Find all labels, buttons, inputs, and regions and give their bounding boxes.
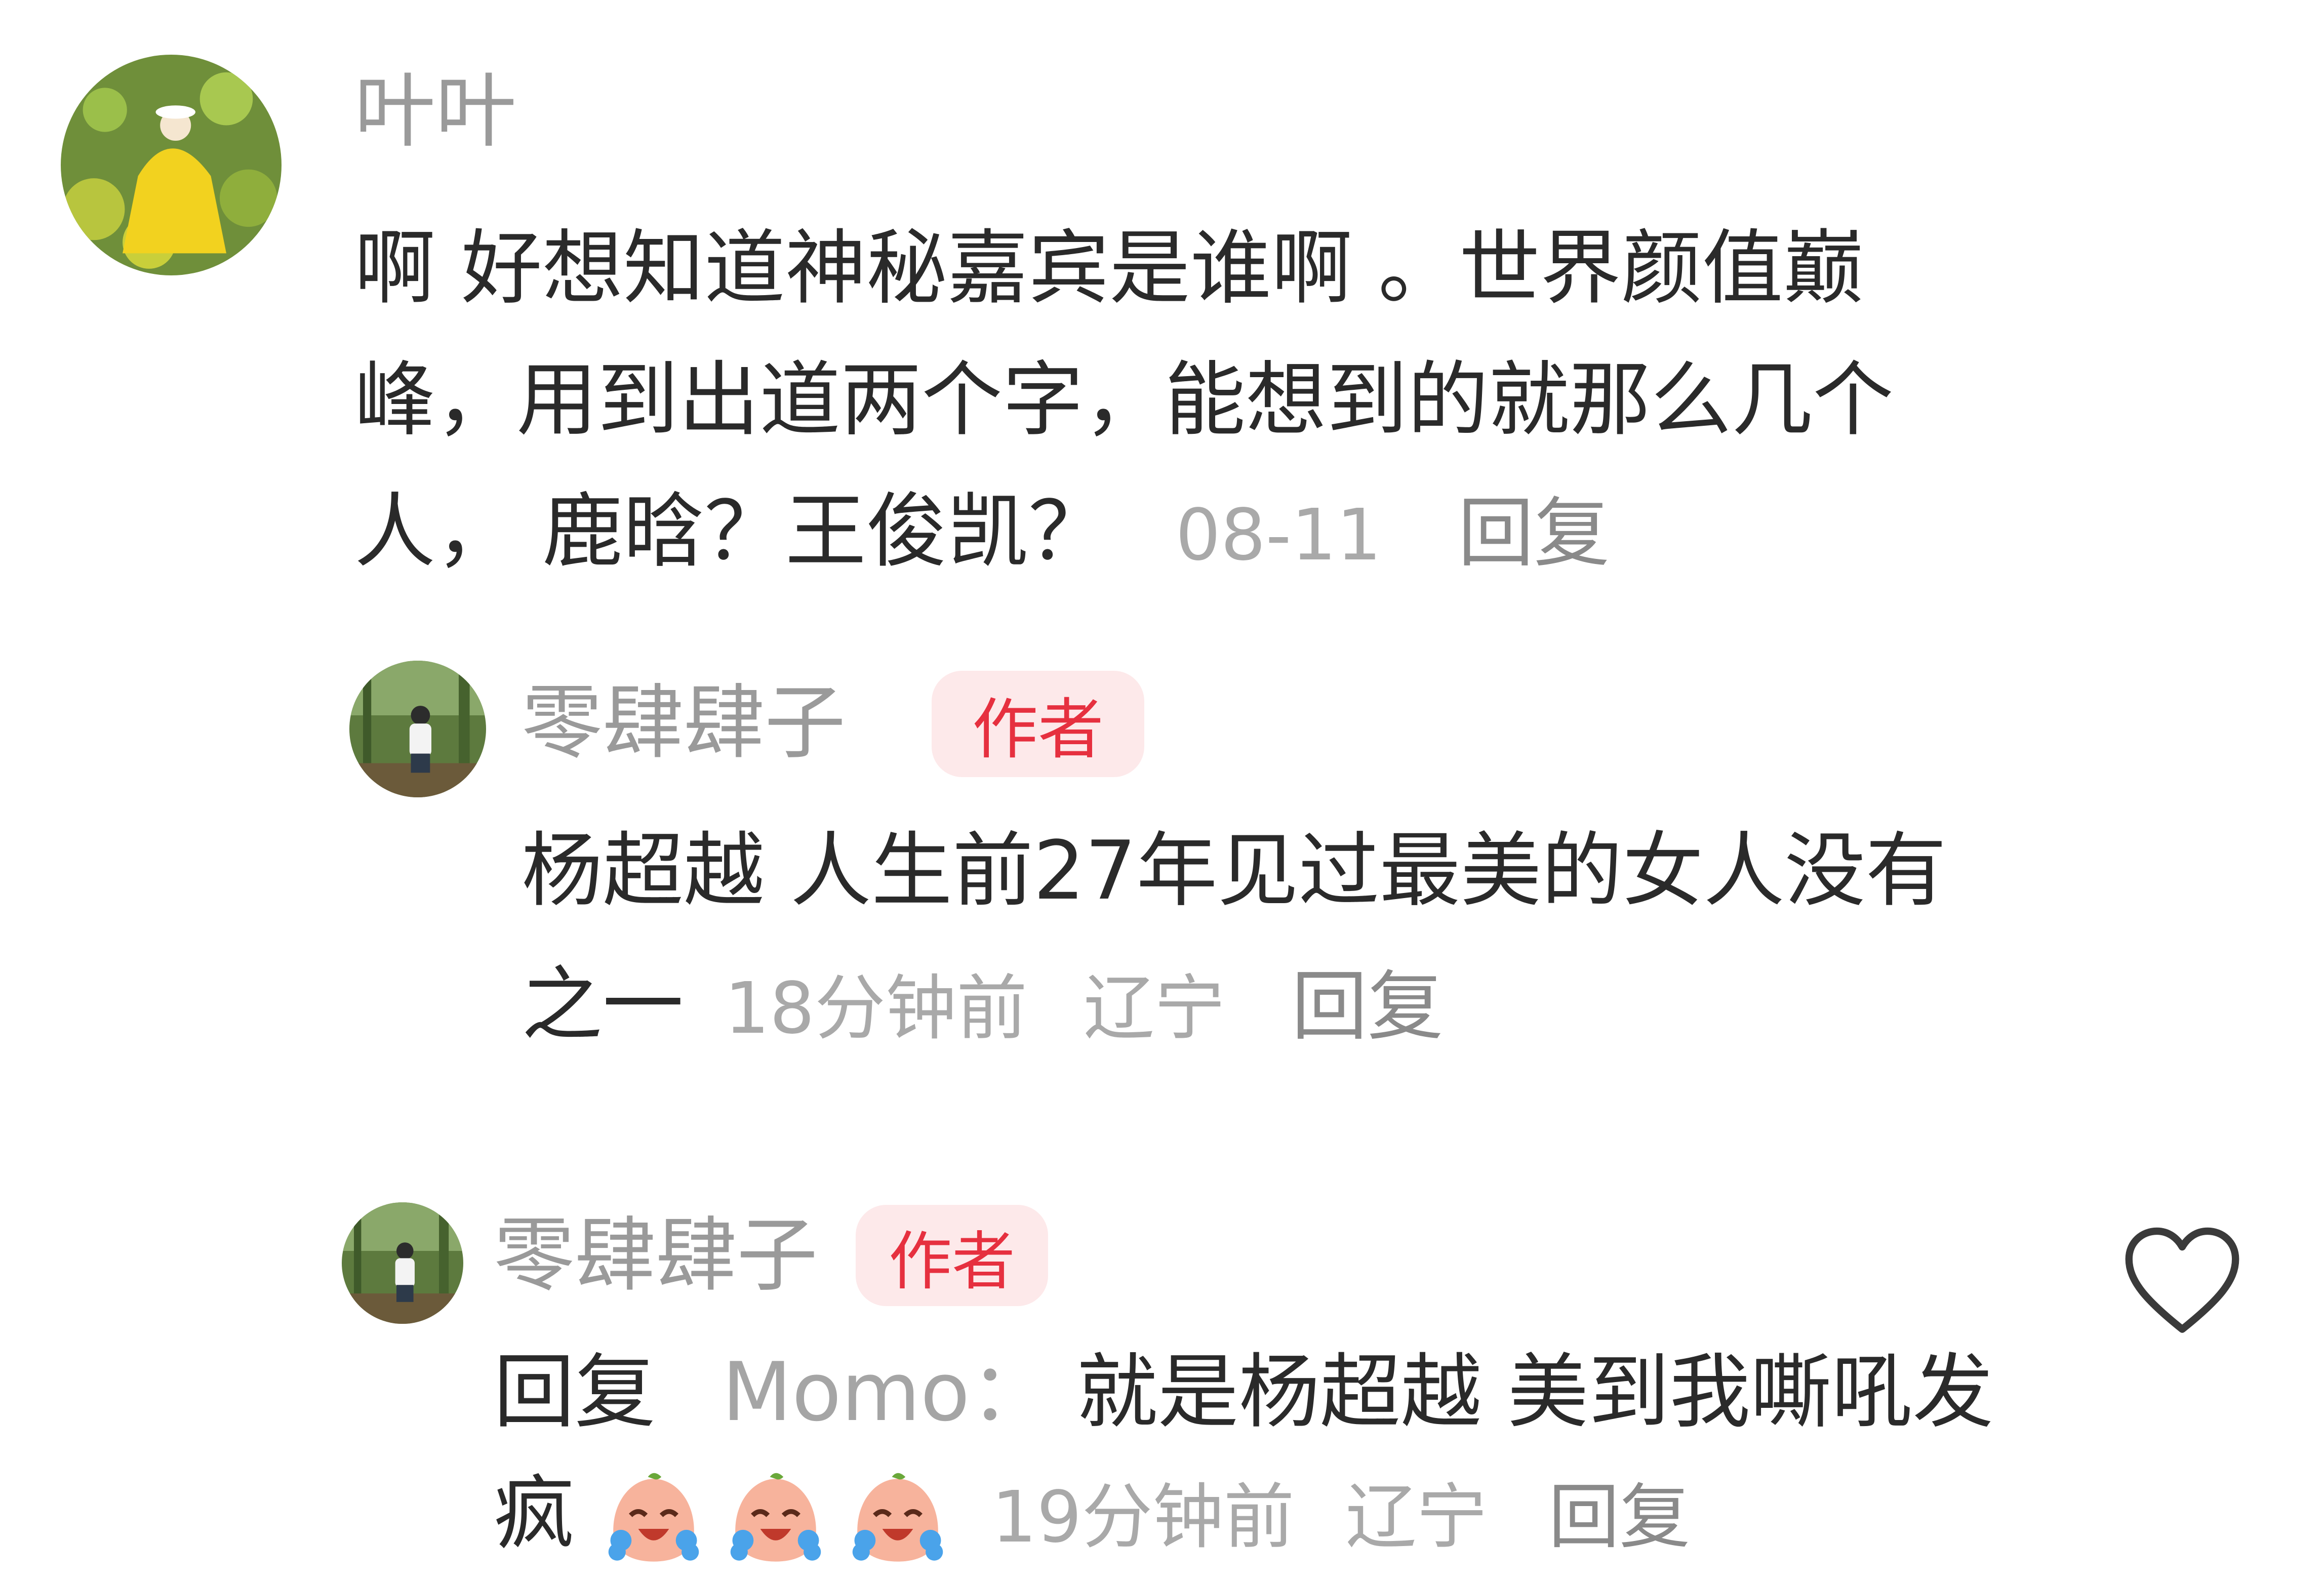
author-badge: 作者 [932, 671, 1144, 777]
reply-button[interactable]: 回复 [1458, 490, 1610, 578]
reply-location: 辽宁 [1083, 967, 1225, 1050]
reply-text-line-2-content: 疯 [494, 1466, 575, 1561]
comment-text-line-2: 峰，用到出道两个字，能想到的就那么几个 [354, 352, 1894, 447]
avatar[interactable] [349, 661, 486, 797]
reply-target-username[interactable]: Momo： [722, 1345, 1051, 1439]
reply-username[interactable]: 零肆肆子 [494, 1210, 818, 1301]
reply-time: 18分钟前 [724, 967, 1028, 1050]
heart-icon [2125, 1227, 2239, 1333]
comment-username[interactable]: 叶叶 [354, 66, 516, 157]
crying-laughing-emoji [606, 1471, 702, 1567]
reply-text-line-1: 杨超越 人生前27年见过最美的女人没有 [522, 823, 1947, 918]
reply-text-line-1-content: 就是杨超越 美到我嘶吼发 [1076, 1345, 1994, 1439]
comment-text-line-1: 啊 好想知道神秘嘉宾是谁啊 。世界颜值巅 [354, 221, 1864, 315]
comment-text-line-3: 人， 鹿晗？王俊凯？ 08-11 回复 [354, 486, 1610, 581]
reply-prefix: 回复 [494, 1345, 656, 1439]
avatar[interactable] [342, 1202, 463, 1324]
avatar-image [342, 1202, 463, 1324]
comment-date: 08-11 [1175, 494, 1382, 577]
crying-laughing-emoji [728, 1471, 824, 1567]
reply-location: 辽宁 [1345, 1476, 1488, 1559]
avatar-image [61, 55, 282, 275]
author-badge: 作者 [856, 1205, 1048, 1306]
reply-time: 19分钟前 [991, 1476, 1295, 1559]
like-button[interactable] [2121, 1225, 2243, 1336]
avatar-image [349, 661, 486, 797]
reply-text-line-2: 疯 19分钟前 辽宁 回复 [494, 1463, 1690, 1568]
reply-username[interactable]: 零肆肆子 [522, 677, 846, 768]
reply-text-line-2-content: 之一 [522, 957, 684, 1052]
avatar[interactable] [61, 55, 282, 275]
comment-text-line-3-content: 人， 鹿晗？王俊凯？ [354, 484, 1109, 579]
reply-text-line-2: 之一 18分钟前 辽宁 回复 [522, 959, 1444, 1055]
reply-button[interactable]: 回复 [1292, 963, 1444, 1051]
comment-thread: 叶叶 啊 好想知道神秘嘉宾是谁啊 。世界颜值巅 峰，用到出道两个字，能想到的就那… [0, 0, 2324, 1581]
crying-laughing-emoji [850, 1471, 946, 1567]
reply-text-line-1: 回复 Momo： 就是杨超越 美到我嘶吼发 [494, 1347, 1993, 1438]
reply-button[interactable]: 回复 [1548, 1476, 1690, 1559]
